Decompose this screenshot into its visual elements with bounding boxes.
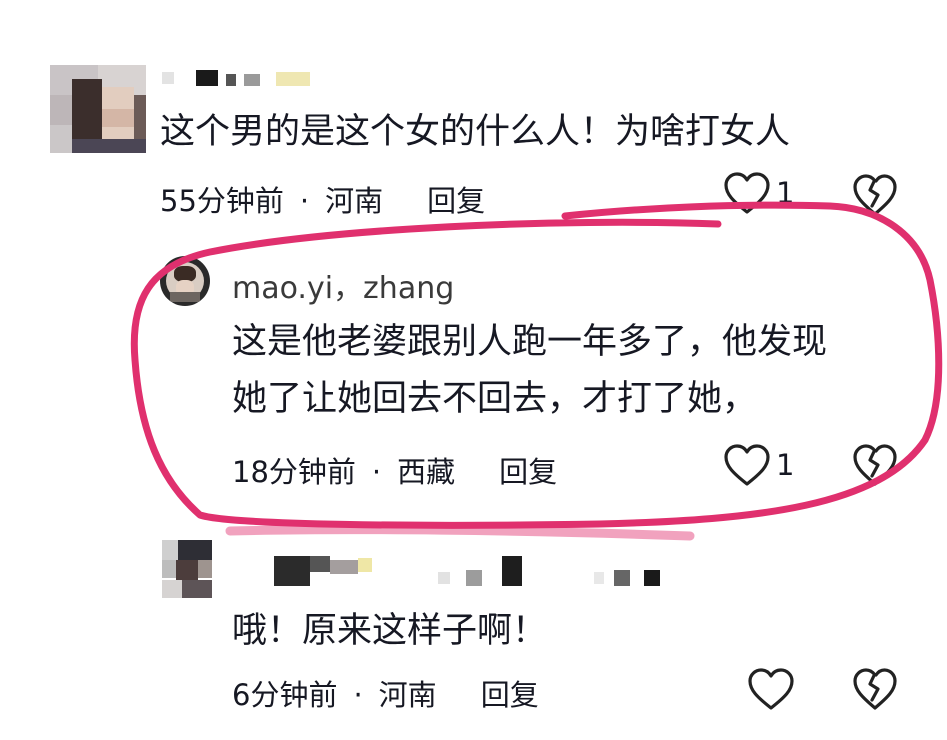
reply-text-line-2: 她了让她回去不回去，才打了她， [232, 379, 758, 419]
comment-item: 这个男的是这个女的什么人！为啥打女人 55分钟前 · 河南 回复 1 [0, 0, 947, 230]
reply-item: 哦！原来这样子啊！ 6分钟前 · 河南 回复 [0, 520, 947, 740]
separator: · [299, 184, 310, 218]
comment-location: 河南 [378, 678, 437, 712]
heart-icon [748, 668, 794, 710]
like-count: 1 [776, 448, 795, 482]
heart-icon [724, 172, 770, 214]
comment-time: 6分钟前 [232, 678, 338, 712]
dislike-button[interactable] [852, 444, 898, 488]
dislike-button[interactable] [852, 174, 898, 218]
blurred-username [162, 70, 312, 90]
like-button[interactable] [723, 172, 771, 216]
dislike-button[interactable] [852, 668, 898, 712]
comment-meta: 55分钟前 · 河南 回复 [160, 178, 485, 220]
comment-thread: 这个男的是这个女的什么人！为啥打女人 55分钟前 · 河南 回复 1 mao.yi，z… [0, 0, 947, 740]
reply-button[interactable]: 回复 [427, 184, 485, 218]
reply-button[interactable]: 回复 [499, 455, 557, 489]
reply-text-line-1: 这是他老婆跟别人跑一年多了，他发现 [232, 322, 828, 362]
avatar[interactable] [162, 540, 212, 598]
reply-username[interactable]: mao.yi，zhang [232, 263, 454, 307]
separator: · [371, 455, 382, 489]
comment-text: 这个男的是这个女的什么人！为啥打女人 [160, 112, 791, 152]
like-count: 1 [776, 176, 795, 210]
comment-time: 18分钟前 [232, 455, 356, 489]
like-button[interactable] [747, 668, 795, 712]
dislike-icon [853, 668, 897, 710]
avatar[interactable] [160, 256, 210, 306]
reply-item: mao.yi，zhang 这是他老婆跟别人跑一年多了，他发现 她了让她回去不回去… [0, 230, 947, 520]
comment-meta: 6分钟前 · 河南 回复 [232, 672, 539, 714]
separator: · [353, 678, 363, 712]
comment-meta: 18分钟前 · 西藏 回复 [232, 449, 557, 491]
comment-location: 西藏 [397, 455, 456, 489]
comment-time: 55分钟前 [160, 184, 284, 218]
heart-icon [724, 444, 770, 486]
avatar[interactable] [50, 65, 146, 153]
reply-text: 哦！原来这样子啊！ [232, 611, 548, 651]
dislike-icon [853, 444, 897, 486]
blurred-username [270, 556, 670, 592]
reply-button[interactable]: 回复 [481, 678, 539, 712]
comment-location: 河南 [325, 184, 384, 218]
like-button[interactable] [723, 444, 771, 488]
dislike-icon [853, 174, 897, 216]
